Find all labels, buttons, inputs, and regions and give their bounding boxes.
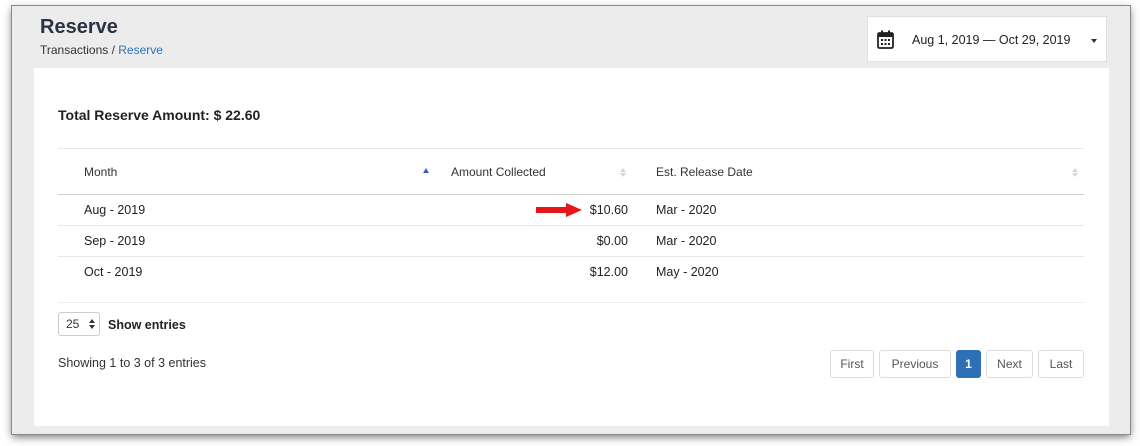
table-info: Showing 1 to 3 of 3 entries bbox=[58, 356, 207, 370]
breadcrumb-parent[interactable]: Transactions bbox=[40, 43, 108, 57]
cell-release-date: Mar - 2020 bbox=[636, 225, 1084, 257]
table-row: Sep - 2019 $0.00 Mar - 2020 bbox=[58, 225, 1084, 257]
column-header-month[interactable]: Month bbox=[58, 148, 438, 195]
sort-icon bbox=[620, 168, 626, 177]
pagination-first-button[interactable]: First bbox=[830, 350, 874, 378]
breadcrumb: Transactions / Reserve bbox=[40, 43, 163, 57]
reserve-table: Month Amount Collected Est. Release Date bbox=[58, 148, 1084, 288]
column-header-label: Amount Collected bbox=[451, 164, 546, 179]
entries-value: 25 bbox=[66, 317, 80, 331]
app-frame: Reserve Transactions / Reserve Aug 1, 20… bbox=[12, 6, 1130, 434]
date-range-value: Aug 1, 2019 — Oct 29, 2019 bbox=[912, 33, 1071, 47]
cell-month: Aug - 2019 bbox=[58, 194, 438, 226]
divider bbox=[58, 302, 1084, 303]
pagination-page-1[interactable]: 1 bbox=[956, 350, 981, 378]
pagination-previous-button[interactable]: Previous bbox=[879, 350, 951, 378]
cell-month: Sep - 2019 bbox=[58, 225, 438, 257]
cell-release-date: Mar - 2020 bbox=[636, 194, 1084, 226]
column-header-label: Est. Release Date bbox=[656, 164, 753, 179]
breadcrumb-separator: / bbox=[108, 43, 119, 57]
sort-ascending-icon bbox=[423, 168, 429, 173]
page-title: Reserve bbox=[40, 16, 118, 38]
column-header-amount-collected[interactable]: Amount Collected bbox=[438, 148, 636, 195]
table-row: Oct - 2019 $12.00 May - 2020 bbox=[58, 257, 1084, 288]
cell-month: Oct - 2019 bbox=[84, 265, 143, 280]
column-header-est-release-date[interactable]: Est. Release Date bbox=[636, 148, 1084, 195]
chevron-down-icon bbox=[1091, 39, 1097, 43]
show-entries-label: Show entries bbox=[108, 318, 186, 332]
pagination-last-button[interactable]: Last bbox=[1038, 350, 1084, 378]
pagination-next-button[interactable]: Next bbox=[986, 350, 1033, 378]
calendar-icon bbox=[877, 30, 894, 49]
select-updown-icon bbox=[89, 319, 95, 329]
red-arrow-annotation-icon bbox=[536, 203, 582, 217]
cell-release-date: May - 2020 bbox=[656, 265, 719, 280]
date-range-picker[interactable]: Aug 1, 2019 — Oct 29, 2019 bbox=[867, 16, 1107, 62]
cell-amount: $12.00 bbox=[589, 265, 628, 280]
reserve-card: Total Reserve Amount: $ 22.60 Month Amou… bbox=[34, 68, 1109, 426]
table-header-row: Month Amount Collected Est. Release Date bbox=[58, 148, 1084, 195]
total-reserve-amount: Total Reserve Amount: $ 22.60 bbox=[58, 107, 261, 123]
cell-amount: $0.00 bbox=[438, 225, 636, 257]
column-header-label: Month bbox=[84, 164, 118, 179]
breadcrumb-current[interactable]: Reserve bbox=[118, 43, 163, 57]
sort-icon bbox=[1072, 168, 1078, 177]
entries-per-page-select[interactable]: 25 bbox=[58, 312, 100, 336]
